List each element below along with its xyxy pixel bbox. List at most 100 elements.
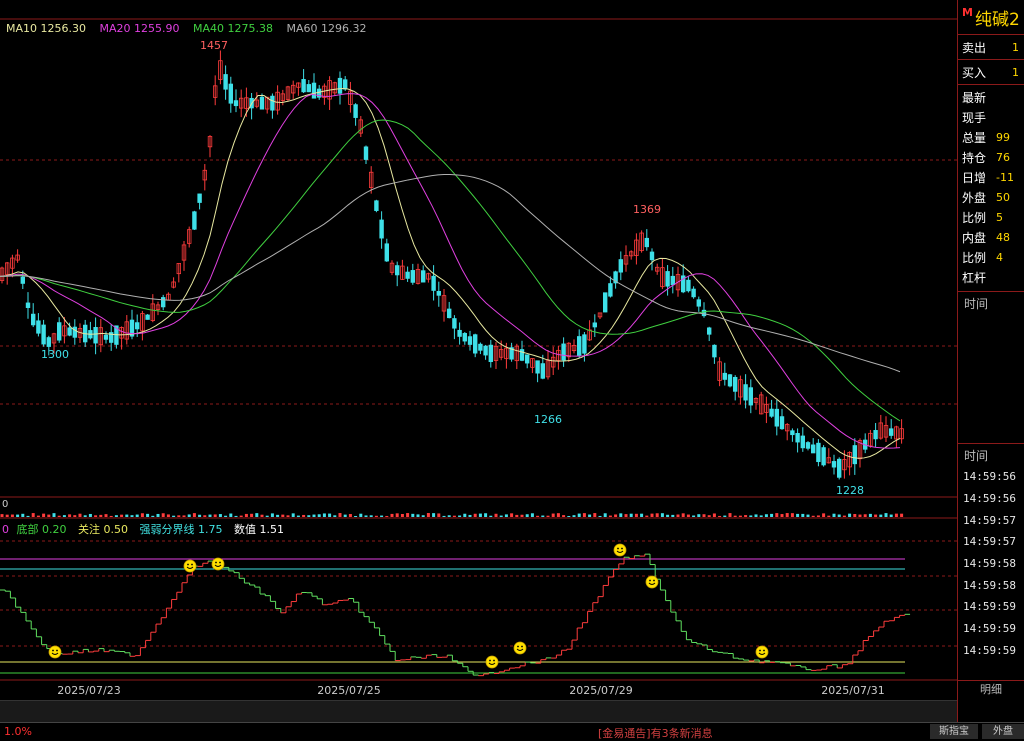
tick-time: 14:59:58 xyxy=(963,578,1016,592)
info-label: 杠杆 xyxy=(962,270,987,285)
smiley-icon xyxy=(653,579,655,582)
candle-body xyxy=(712,344,717,358)
volume-bar xyxy=(525,514,529,517)
volume-bar xyxy=(52,513,56,517)
news-message[interactable]: [金易通告]有3条新消息 xyxy=(598,725,713,741)
candle-body xyxy=(301,79,306,93)
volume-bar xyxy=(172,515,176,517)
detail-tab-label: 明细 xyxy=(980,683,1002,696)
info-row: 日增 -11 xyxy=(958,167,1024,187)
candle-body xyxy=(811,444,816,454)
volume-bar xyxy=(671,514,675,517)
candle-body xyxy=(743,384,748,401)
volume-bar xyxy=(754,514,758,517)
candle-body xyxy=(67,327,72,336)
volume-bar xyxy=(62,515,66,517)
volume-bar xyxy=(229,513,233,517)
volume-bar xyxy=(645,515,649,517)
quote-panel: M 纯碱2 卖出 1 买入 1 最新 现手 总量 99 持仓 76 日增 -11 外盘 50 比例 5… xyxy=(957,0,1024,740)
bottom-scroll-bar[interactable] xyxy=(0,700,957,723)
tick-time: 14:59:59 xyxy=(963,622,1016,636)
smiley-icon xyxy=(56,649,58,652)
tick-time: 14:59:56 xyxy=(963,470,1016,484)
volume-bar xyxy=(104,514,108,517)
candle-body xyxy=(228,83,233,104)
time-header-2: 时间 xyxy=(958,444,1024,466)
candle-body xyxy=(478,343,483,351)
chart-canvas[interactable]: 1457 1300 1369 1266 1228 0 2025/07/23 2025/07/2… xyxy=(0,0,957,700)
indicator-attention: 关注 0.50 xyxy=(78,523,128,536)
tick-time: 14:59:56 xyxy=(963,492,1016,506)
candle-body xyxy=(519,349,525,361)
volume-bar xyxy=(837,514,841,517)
volume-bar xyxy=(432,513,436,517)
info-label: 现手 xyxy=(962,110,987,125)
volume-bar xyxy=(140,513,144,517)
candle-body xyxy=(488,344,493,363)
volume-bar xyxy=(333,515,337,517)
sell-value: 1 xyxy=(1012,40,1019,54)
volume-bar xyxy=(790,513,794,517)
volume-bar xyxy=(780,514,784,517)
buy-value: 1 xyxy=(1012,65,1019,79)
volume-bar xyxy=(572,515,576,517)
volume-bar xyxy=(68,514,72,517)
info-label: 总量 xyxy=(962,130,987,145)
volume-bar xyxy=(499,515,503,517)
volume-bar xyxy=(276,514,280,517)
volume-bar xyxy=(187,514,191,517)
volume-bar xyxy=(697,514,701,517)
status-change: 1.0% xyxy=(4,725,32,738)
ma60-line xyxy=(0,174,901,373)
candle-body xyxy=(192,211,197,230)
tick-list[interactable]: 时间 14:59:56 14:59:56 14:59:57 14:59:57 14:59… xyxy=(958,443,1024,661)
status-button-1[interactable]: 斯指宝 xyxy=(930,724,978,739)
tick-time: 14:59:59 xyxy=(963,643,1016,657)
volume-bar xyxy=(458,515,462,517)
indicator-legend: 0 底部 0.20 关注 0.50 强弱分界线 1.75 数值 1.51 xyxy=(2,521,292,537)
contract-name: 纯碱2 xyxy=(974,9,1020,30)
info-value: 99 xyxy=(996,130,1010,144)
volume-bar xyxy=(208,514,212,517)
candle-body xyxy=(816,442,821,463)
candle-body xyxy=(337,77,343,94)
candle-body xyxy=(306,84,311,93)
contract-title[interactable]: M 纯碱2 xyxy=(958,0,1024,35)
candle-body xyxy=(540,363,545,379)
volume-bar xyxy=(634,513,638,517)
volume-bar xyxy=(530,513,534,517)
volume-bar xyxy=(385,515,389,517)
price-label-low-1: 1300 xyxy=(41,348,69,361)
candle-body xyxy=(436,290,441,296)
candle-body xyxy=(582,334,587,354)
volume-bar xyxy=(842,515,846,517)
volume-bar xyxy=(198,514,202,517)
info-label: 日增 xyxy=(962,170,987,185)
status-button-2[interactable]: 外盘 xyxy=(982,724,1024,739)
smiley-icon xyxy=(755,645,769,659)
smiley-icon xyxy=(617,547,619,550)
buy-row: 买入 1 xyxy=(958,60,1024,85)
volume-bar xyxy=(244,513,248,517)
volume-bar xyxy=(723,515,727,517)
smiley-icon xyxy=(763,649,765,652)
tick-time: 14:59:57 xyxy=(963,535,1016,549)
volume-bar xyxy=(406,513,410,517)
price-label-low-2: 1266 xyxy=(534,413,562,426)
volume-bar xyxy=(156,513,160,517)
volume-bar xyxy=(832,513,836,517)
candle-body xyxy=(707,327,712,335)
candle-body xyxy=(374,200,379,211)
candle-body xyxy=(889,428,894,436)
volume-bar xyxy=(770,513,774,517)
candle-body xyxy=(608,283,613,297)
volume-bar xyxy=(57,515,61,517)
detail-tab[interactable]: 明细 xyxy=(958,680,1024,699)
candle-body xyxy=(270,95,275,111)
candle-body xyxy=(577,336,582,356)
candle-body xyxy=(701,309,707,317)
volume-bar xyxy=(234,515,238,517)
smiley-icon xyxy=(517,645,519,648)
candle-body xyxy=(748,387,753,406)
volume-bar xyxy=(629,513,633,517)
